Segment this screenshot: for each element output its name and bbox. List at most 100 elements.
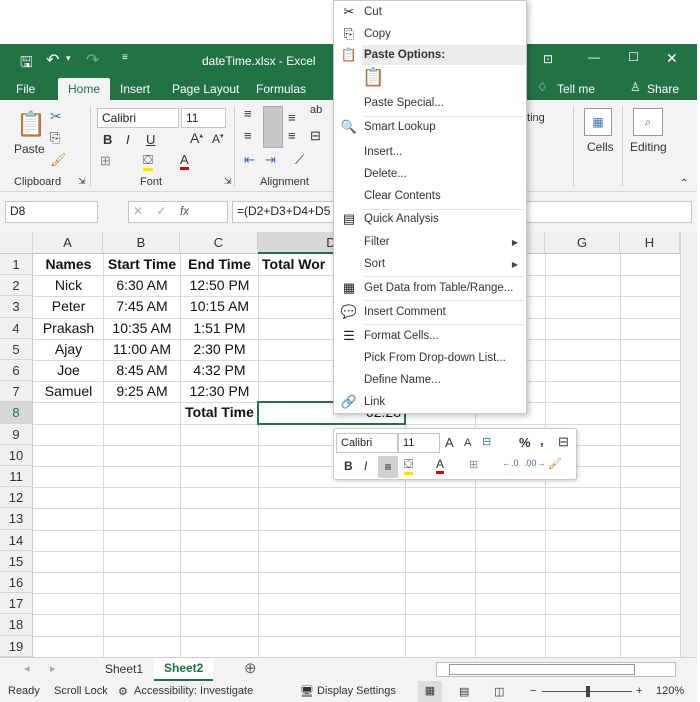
mini-increase-decimal-icon[interactable]: ←.0 — [502, 458, 519, 468]
tab-formulas[interactable]: Formulas — [252, 78, 310, 100]
copy-icon[interactable]: ⎘ — [50, 130, 60, 146]
mini-percent-button[interactable]: % — [519, 435, 531, 450]
row-header[interactable]: 16 — [0, 572, 33, 594]
page-break-view-icon[interactable]: ◫ — [494, 685, 504, 698]
menu-item-insert[interactable]: Insert... — [364, 142, 402, 162]
menu-item-get-data-from-table-range[interactable]: Get Data from Table/Range... — [364, 278, 513, 298]
mini-decrease-decimal-icon[interactable]: .00→ — [524, 458, 546, 468]
orientation-icon[interactable]: ⟋ — [295, 152, 304, 168]
horizontal-scrollbar[interactable] — [436, 662, 676, 677]
row-header[interactable]: 10 — [0, 444, 33, 466]
search-icon[interactable]: ⌕ — [633, 108, 663, 136]
display-settings-button[interactable]: Display Settings — [317, 685, 396, 697]
decrease-indent-icon[interactable]: ⇤ — [244, 152, 255, 168]
font-launcher-icon[interactable]: ⇲ — [224, 176, 232, 187]
cell-b4[interactable]: 10:35 AM — [104, 318, 180, 339]
menu-item-smart-lookup[interactable]: Smart Lookup — [364, 117, 436, 137]
add-sheet-icon[interactable]: ⊕ — [244, 659, 257, 677]
close-icon[interactable]: ✕ — [666, 50, 678, 67]
tab-page-layout[interactable]: Page Layout — [168, 78, 243, 100]
cell-a7[interactable]: Samuel — [34, 381, 103, 402]
mini-font-color-icon[interactable]: A — [436, 457, 445, 474]
cell-c4[interactable]: 1:51 PM — [181, 318, 258, 339]
cell-a2[interactable]: Nick — [34, 275, 103, 296]
row-header[interactable]: 2 — [0, 275, 33, 297]
fill-color-icon[interactable]: ⛋ — [143, 152, 153, 171]
row-header[interactable]: 18 — [0, 614, 33, 636]
mini-center-icon[interactable]: ≡ — [378, 456, 398, 478]
tab-insert[interactable]: Insert — [116, 78, 154, 100]
bold-button[interactable]: B — [103, 132, 112, 147]
mini-increase-font-icon[interactable]: A — [445, 435, 454, 450]
minimize-icon[interactable]: — — [588, 50, 600, 64]
cell-b1[interactable]: Start Time — [104, 254, 180, 275]
cells-icon[interactable]: ▦ — [584, 108, 612, 136]
tell-me[interactable]: Tell me — [557, 82, 595, 96]
font-color-icon[interactable]: A — [180, 152, 189, 170]
row-header[interactable]: 4 — [0, 317, 33, 339]
cell-b6[interactable]: 8:45 AM — [104, 360, 180, 381]
menu-item-sort[interactable]: Sort — [364, 254, 385, 274]
row-header[interactable]: 8 — [0, 402, 33, 424]
editing-button[interactable]: Editing — [630, 140, 667, 154]
mini-accounting-icon[interactable]: ⊟ — [482, 435, 491, 448]
mini-font-name[interactable]: Calibri — [336, 433, 398, 453]
increase-indent-icon[interactable]: ⇥ — [265, 152, 276, 168]
column-header-c[interactable]: C — [180, 232, 258, 254]
zoom-slider-thumb[interactable] — [586, 686, 590, 697]
cell-c6[interactable]: 4:32 PM — [181, 360, 258, 381]
column-header-b[interactable]: B — [103, 232, 180, 254]
cut-icon[interactable]: ✂ — [50, 108, 62, 125]
align-right-icon[interactable]: ≡ — [288, 128, 296, 143]
menu-item-link[interactable]: Link — [364, 392, 385, 412]
row-header[interactable]: 11 — [0, 466, 33, 488]
sheet-tab-sheet1[interactable]: Sheet1 — [105, 662, 143, 676]
cell-a3[interactable]: Peter — [34, 296, 103, 317]
column-header-h[interactable]: H — [620, 232, 680, 254]
row-header[interactable]: 12 — [0, 487, 33, 509]
cell-c5[interactable]: 2:30 PM — [181, 339, 258, 360]
zoom-in-icon[interactable]: + — [636, 685, 642, 697]
cell-c2[interactable]: 12:50 PM — [181, 275, 258, 296]
mini-comma-button[interactable]: , — [540, 433, 544, 448]
tab-file[interactable]: File — [12, 78, 39, 100]
align-left-icon[interactable]: ≡ — [244, 128, 252, 143]
zoom-level[interactable]: 120% — [656, 685, 684, 697]
insert-function-button[interactable]: fx — [180, 204, 189, 218]
page-layout-view-icon[interactable]: ▤ — [459, 685, 469, 698]
menu-item-quick-analysis[interactable]: Quick Analysis — [364, 209, 439, 229]
sheet-tab-sheet2[interactable]: Sheet2 — [154, 658, 214, 681]
mini-format-painter-icon[interactable]: 🖌 — [548, 457, 562, 470]
row-header[interactable]: 13 — [0, 508, 33, 530]
undo-icon[interactable]: ↶ — [46, 50, 59, 70]
menu-item-delete[interactable]: Delete... — [364, 164, 407, 184]
increase-font-icon[interactable]: A▴ — [190, 130, 203, 146]
zoom-out-icon[interactable]: − — [530, 685, 536, 697]
row-header[interactable]: 9 — [0, 423, 33, 445]
cell-b5[interactable]: 11:00 AM — [104, 339, 180, 360]
decrease-font-icon[interactable]: A▾ — [212, 132, 224, 146]
mini-font-size[interactable]: 11 — [398, 433, 440, 453]
maximize-icon[interactable]: ☐ — [628, 50, 639, 64]
cell-a4[interactable]: Prakash — [34, 318, 103, 339]
menu-item-clear-contents[interactable]: Clear Contents — [364, 186, 441, 206]
prev-sheet-icon[interactable]: ◂ — [24, 662, 30, 675]
column-header-g[interactable]: G — [545, 232, 620, 254]
accessibility-status[interactable]: Accessibility: Investigate — [134, 685, 253, 697]
align-middle-center-selected[interactable] — [263, 106, 283, 148]
font-size-select[interactable]: 11 — [181, 108, 226, 128]
cell-c1[interactable]: End Time — [181, 254, 258, 275]
menu-item-copy[interactable]: Copy — [364, 24, 391, 44]
paste-icon[interactable]: 📋 — [16, 110, 46, 139]
tab-home[interactable]: Home — [58, 78, 111, 100]
row-header[interactable]: 5 — [0, 338, 33, 360]
menu-item-insert-comment[interactable]: Insert Comment — [364, 302, 446, 322]
normal-view-icon[interactable]: ▦ — [418, 681, 442, 702]
row-header[interactable]: 14 — [0, 529, 33, 551]
menu-item-cut[interactable]: Cut — [364, 2, 382, 22]
cell-a5[interactable]: Ajay — [34, 339, 103, 360]
select-all-corner[interactable] — [0, 232, 33, 254]
row-header[interactable]: 7 — [0, 381, 33, 403]
cell-c3[interactable]: 10:15 AM — [181, 296, 258, 317]
cell-a6[interactable]: Joe — [34, 360, 103, 381]
